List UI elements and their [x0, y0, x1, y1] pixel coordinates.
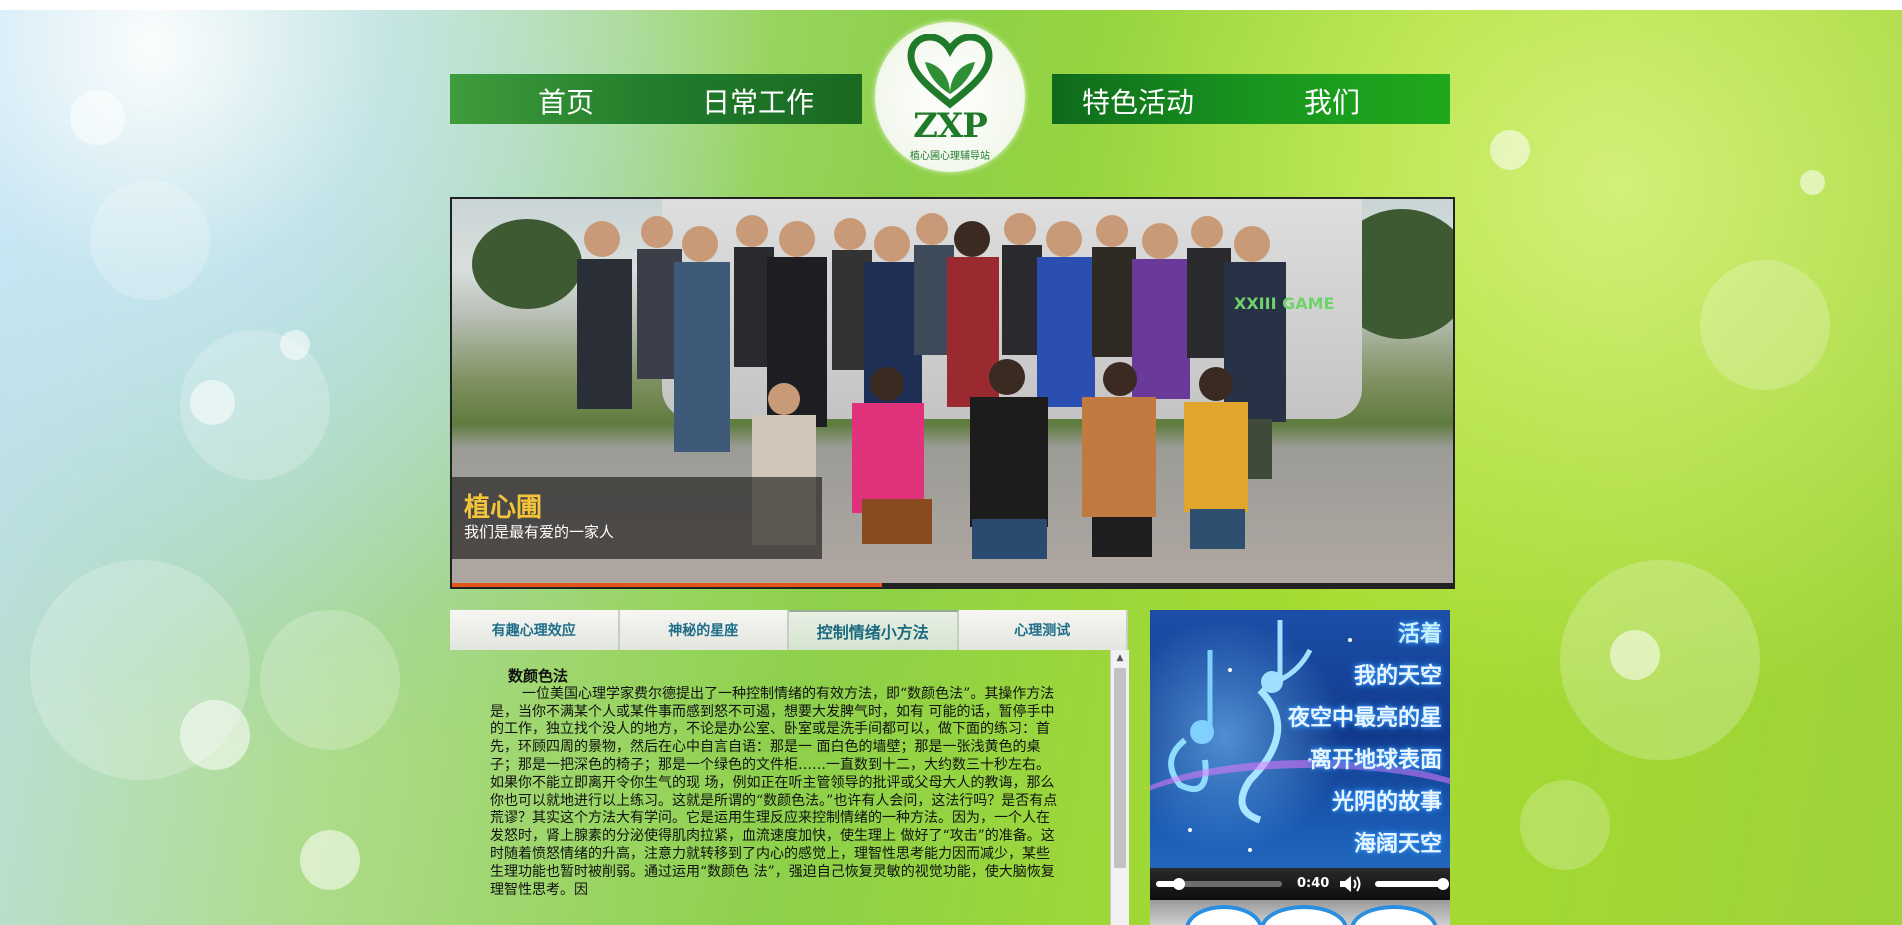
nav-item-daily-work[interactable]: 日常工作 [702, 81, 814, 121]
song-title[interactable]: 夜空中最亮的星 [1288, 700, 1442, 732]
playback-time: 0:40 [1297, 876, 1330, 891]
speaker-icon[interactable] [1338, 874, 1364, 894]
article-content: 数颜色法 一位美国心理学家费尔德提出了一种控制情绪的有效方法，即“数颜色法”。其… [490, 667, 1062, 899]
top-strip [0, 0, 1902, 10]
song-title[interactable]: 我的天空 [1354, 658, 1442, 690]
nav-item-home[interactable]: 首页 [538, 81, 594, 121]
song-title[interactable]: 离开地球表面 [1310, 742, 1442, 774]
jersey-text: XXIII GAME [1234, 294, 1334, 313]
logo-subtitle: 植心圃心理辅导站 [910, 151, 990, 162]
site-logo[interactable]: ZXP 植心圃心理辅导站 [875, 22, 1025, 172]
audio-player: 0:40 [1150, 868, 1450, 900]
tab-psychology-effects[interactable]: 有趣心理效应 [450, 610, 620, 650]
volume-slider[interactable] [1375, 878, 1449, 890]
tab-psychology-test[interactable]: 心理测试 [958, 610, 1128, 650]
tab-mysterious-zodiac[interactable]: 神秘的星座 [619, 610, 789, 650]
seek-handle[interactable] [1172, 878, 1185, 890]
slide-progress-fill [452, 583, 883, 587]
song-title[interactable]: 光阴的故事 [1332, 784, 1442, 816]
article-title: 数颜色法 [508, 667, 569, 685]
song-title[interactable]: 海阔天空 [1354, 826, 1442, 858]
article-scrollbar[interactable]: ▲ [1110, 650, 1129, 925]
banner-title: 植心圃 [464, 493, 543, 523]
music-panel: 活着 我的天空 夜空中最亮的星 离开地球表面 光阴的故事 海阔天空 0:40 [1150, 610, 1450, 925]
logo-text: ZXP [913, 106, 988, 146]
scroll-up-arrow-icon[interactable]: ▲ [1111, 650, 1129, 666]
volume-handle[interactable] [1437, 878, 1449, 890]
article-panel: 数颜色法 一位美国心理学家费尔德提出了一种控制情绪的有效方法，即“数颜色法”。其… [450, 650, 1129, 925]
seek-bar[interactable] [1156, 878, 1282, 890]
article-body: 一位美国心理学家费尔德提出了一种控制情绪的有效方法，即“数颜色法”。其操作方法是… [490, 685, 1058, 898]
photo-banner[interactable]: XXIII GAME 植心圃 我们是最有爱的一家人 [450, 197, 1455, 589]
nav-bar-right: 特色活动 我们 [1052, 74, 1450, 124]
slide-progress-track [452, 583, 1453, 587]
article-tabs: 有趣心理效应 神秘的星座 控制情绪小方法 心理测试 [450, 610, 1128, 650]
scrollbar-thumb[interactable] [1114, 668, 1126, 868]
heart-sprout-icon [907, 34, 993, 109]
song-title[interactable]: 活着 [1398, 616, 1442, 648]
nav-item-about-us[interactable]: 我们 [1304, 81, 1360, 121]
nav-item-activities[interactable]: 特色活动 [1082, 81, 1194, 121]
nav-bar-left: 首页 日常工作 [450, 74, 862, 124]
tab-emotion-control[interactable]: 控制情绪小方法 [789, 610, 959, 650]
banner-subtitle: 我们是最有爱的一家人 [464, 523, 615, 541]
